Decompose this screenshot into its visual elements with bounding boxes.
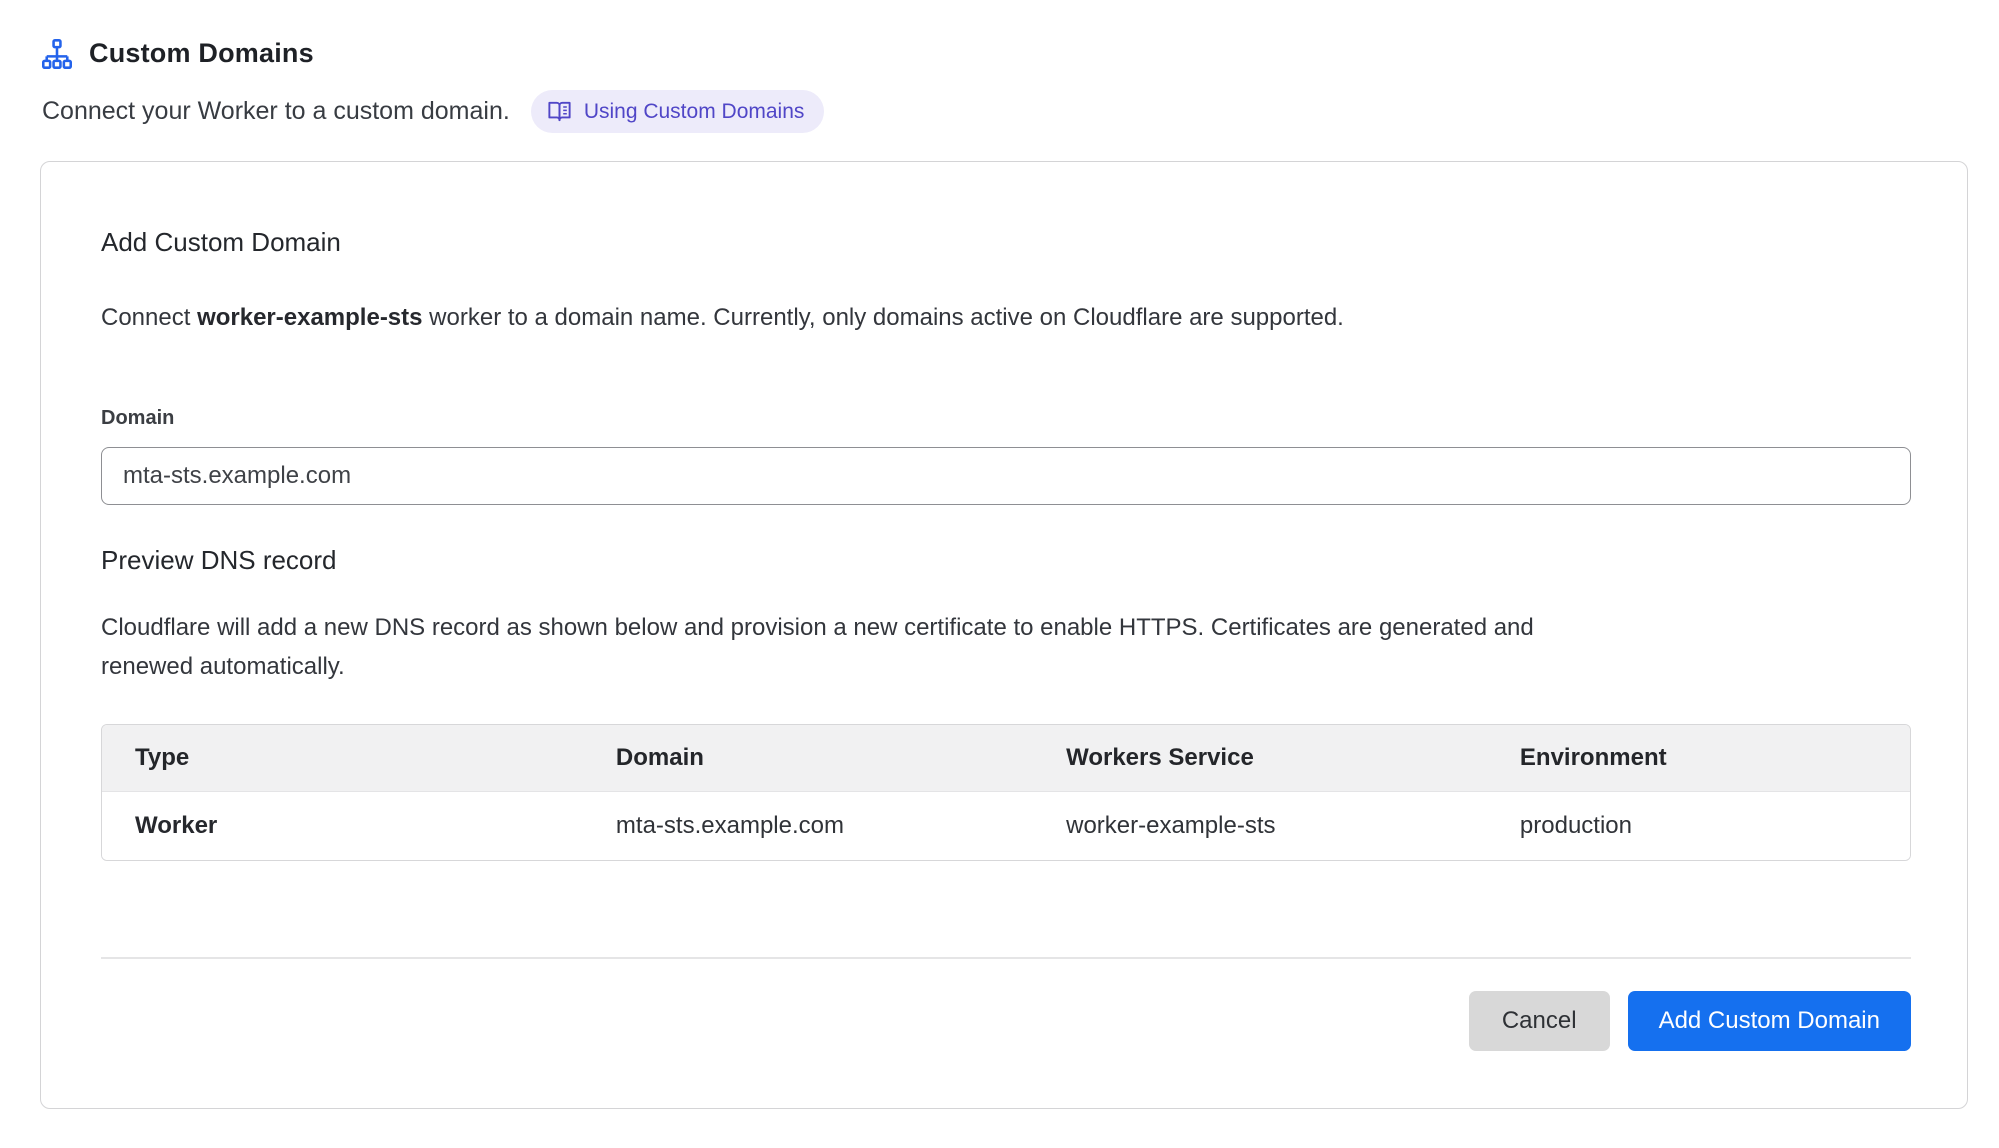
sitemap-icon bbox=[42, 39, 72, 69]
column-header-domain: Domain bbox=[583, 744, 1033, 772]
open-book-icon bbox=[546, 98, 573, 125]
dialog-intro-text: Connect worker-example-sts worker to a d… bbox=[101, 298, 1911, 337]
docs-link-using-custom-domains[interactable]: Using Custom Domains bbox=[531, 90, 825, 133]
cell-type: Worker bbox=[102, 812, 583, 840]
table-row: Worker mta-sts.example.com worker-exampl… bbox=[102, 792, 1910, 860]
column-header-type: Type bbox=[102, 744, 583, 772]
cancel-button[interactable]: Cancel bbox=[1469, 991, 1610, 1051]
column-header-workers-service: Workers Service bbox=[1033, 744, 1487, 772]
cell-domain: mta-sts.example.com bbox=[583, 812, 1033, 840]
worker-name: worker-example-sts bbox=[197, 304, 422, 331]
dns-preview-table: Type Domain Workers Service Environment … bbox=[101, 724, 1911, 861]
add-custom-domain-button[interactable]: Add Custom Domain bbox=[1628, 991, 1911, 1051]
add-custom-domain-dialog: Add Custom Domain Connect worker-example… bbox=[40, 161, 1968, 1109]
domain-input[interactable] bbox=[101, 447, 1911, 505]
page-subtitle: Connect your Worker to a custom domain. bbox=[42, 97, 510, 126]
page-title: Custom Domains bbox=[89, 38, 314, 69]
cell-workers-service: worker-example-sts bbox=[1033, 812, 1487, 840]
cell-environment: production bbox=[1487, 812, 1910, 840]
page-header: Custom Domains Connect your Worker to a … bbox=[40, 38, 1968, 133]
column-header-environment: Environment bbox=[1487, 744, 1910, 772]
table-header-row: Type Domain Workers Service Environment bbox=[102, 725, 1910, 792]
footer-divider bbox=[101, 957, 1911, 959]
dialog-footer: Cancel Add Custom Domain bbox=[101, 991, 1911, 1051]
docs-link-label: Using Custom Domains bbox=[584, 100, 805, 124]
preview-dns-heading: Preview DNS record bbox=[101, 545, 1911, 576]
preview-dns-description: Cloudflare will add a new DNS record as … bbox=[101, 608, 1561, 686]
dialog-heading: Add Custom Domain bbox=[101, 227, 1911, 258]
domain-field-label: Domain bbox=[101, 407, 1911, 430]
